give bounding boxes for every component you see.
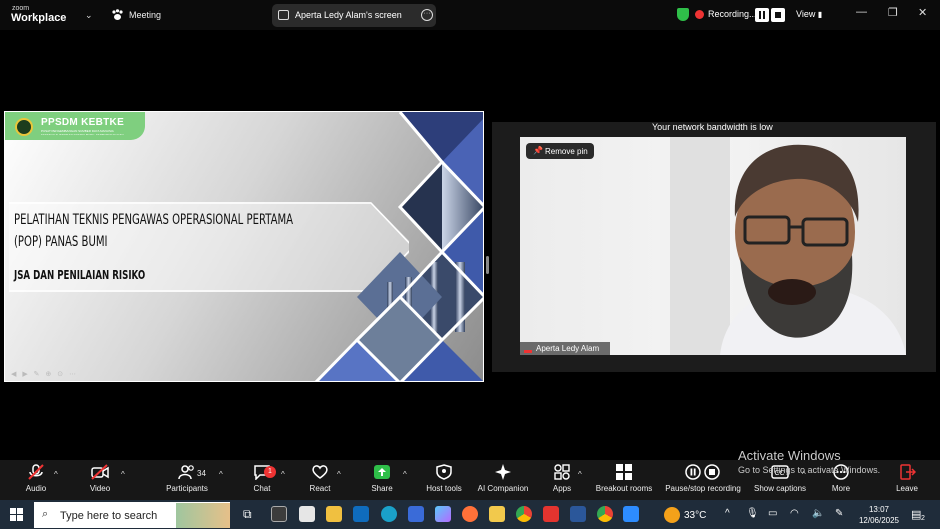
app-icon-1[interactable] <box>271 506 287 522</box>
pen-icon[interactable]: ✎ <box>835 508 843 519</box>
app-icon-11[interactable] <box>543 506 559 522</box>
audio-button[interactable]: Audio <box>20 464 52 498</box>
participant-name: Aperta Ledy Alam <box>536 344 600 353</box>
recording-dot-icon <box>695 10 704 19</box>
host-tools-button[interactable]: Host tools <box>422 464 466 498</box>
share-button[interactable]: Share <box>366 464 398 498</box>
org-title: PPSDM KEBTKE <box>41 117 125 128</box>
leave-button[interactable]: Leave <box>894 464 920 498</box>
org-subtitle: PUSAT PENGEMBANGAN SUMBER DAYA MANUSIA K… <box>41 129 124 135</box>
notification-count: 2 <box>921 515 925 522</box>
copilot-icon[interactable] <box>435 506 451 522</box>
apps-options-caret[interactable]: ^ <box>578 470 582 479</box>
camera-off-icon <box>91 464 109 480</box>
shield-icon <box>436 464 452 480</box>
outlook-icon[interactable] <box>353 506 369 522</box>
firefox-icon[interactable] <box>462 506 478 522</box>
volume-icon[interactable]: 🔈 <box>812 508 824 519</box>
grid-icon <box>616 464 632 480</box>
breakout-rooms-button[interactable]: Breakout rooms <box>594 464 654 498</box>
app-logo-top: zoom <box>12 5 30 12</box>
notification-icon[interactable]: ▤ <box>911 508 921 521</box>
search-highlight-image <box>176 503 230 528</box>
participants-icon <box>178 465 194 480</box>
app-logo[interactable]: Workplace <box>11 12 66 24</box>
ai-companion-button[interactable]: AI Companion <box>474 464 532 498</box>
screen-share-label: Aperta Ledy Alam's screen <box>295 10 402 20</box>
chrome-icon-2[interactable] <box>597 506 613 522</box>
chat-badge: 1 <box>264 466 276 478</box>
leave-icon <box>900 464 916 480</box>
sparkle-icon <box>495 464 511 480</box>
weather-icon[interactable] <box>664 507 680 523</box>
org-logo-icon <box>15 118 33 136</box>
folder-icon[interactable] <box>489 506 505 522</box>
video-button[interactable]: Video <box>84 464 116 498</box>
activate-windows-watermark: Activate Windows Go to Settings to activ… <box>738 448 881 475</box>
camera-icon[interactable]: ▭ <box>768 508 777 519</box>
word-icon[interactable] <box>570 506 586 522</box>
participants-options-caret[interactable]: ^ <box>219 470 223 479</box>
share-screen-icon <box>374 465 390 479</box>
store-icon[interactable] <box>299 506 315 522</box>
audio-options-caret[interactable]: ^ <box>54 470 58 479</box>
edge-icon[interactable] <box>381 506 397 522</box>
file-explorer-icon[interactable] <box>326 506 342 522</box>
stop-recording-button[interactable] <box>771 8 785 22</box>
weather-temperature[interactable]: 33°C <box>684 510 706 521</box>
shared-screen[interactable]: PPSDM KEBTKE PUSAT PENGEMBANGAN SUMBER D… <box>4 111 484 382</box>
app-icon-6[interactable] <box>408 506 424 522</box>
search-icon: ⌕ <box>42 508 49 520</box>
wifi-icon[interactable]: ◠ <box>790 508 799 519</box>
mic-muted-icon <box>28 464 44 480</box>
close-button[interactable]: ✕ <box>918 6 927 19</box>
slide-controls[interactable]: ◀ ▶ ✎ ⊕ ⊙ ⋯ <box>11 370 78 378</box>
view-menu[interactable]: View ▮ <box>796 9 822 19</box>
participant-image <box>670 137 906 355</box>
pause-recording-button[interactable] <box>755 8 769 22</box>
decorative-diamond-panels <box>314 112 483 381</box>
screen-share-icon <box>278 10 289 20</box>
network-warning: Your network bandwidth is low <box>652 122 773 132</box>
microphone-icon[interactable]: 🎙 <box>746 508 759 519</box>
meeting-menu[interactable]: Meeting <box>129 10 161 20</box>
shield-icon[interactable] <box>677 8 689 21</box>
taskbar-clock[interactable]: 13:07 12/06/2025 <box>857 504 901 526</box>
heart-icon <box>312 465 328 479</box>
minimize-button[interactable]: — <box>856 6 867 18</box>
pause-stop-icon <box>685 464 720 480</box>
show-hidden-icons-icon[interactable]: ^ <box>725 508 730 519</box>
slide-subtitle: JSA DAN PENILAIAN RISIKO <box>14 268 146 282</box>
react-options-caret[interactable]: ^ <box>337 470 341 479</box>
share-options-caret[interactable]: ^ <box>403 470 407 479</box>
resize-handle[interactable] <box>486 256 489 274</box>
recording-label: Recording... <box>708 9 757 19</box>
chevron-down-icon[interactable]: ⌄ <box>85 10 93 21</box>
task-view-icon[interactable]: ⧉ <box>243 507 252 522</box>
maximize-button[interactable]: ❐ <box>888 6 898 19</box>
participants-count: 34 <box>197 469 206 478</box>
paw-icon <box>112 9 123 20</box>
video-options-caret[interactable]: ^ <box>121 470 125 479</box>
pin-icon: 📌 <box>533 146 543 155</box>
participant-video[interactable] <box>520 137 906 355</box>
zoom-taskbar-icon[interactable] <box>623 506 639 522</box>
remove-pin-label: Remove pin <box>545 147 588 156</box>
more-options-icon[interactable]: ··· <box>421 9 433 21</box>
pause-stop-recording-button[interactable]: Pause/stop recording <box>662 464 744 498</box>
signal-bars-icon <box>524 345 532 353</box>
taskbar-search-placeholder: Type here to search <box>60 510 158 522</box>
react-button[interactable]: React <box>306 464 334 498</box>
chrome-icon[interactable] <box>516 506 532 522</box>
apps-button[interactable]: Apps <box>550 464 574 498</box>
chat-options-caret[interactable]: ^ <box>281 470 285 479</box>
apps-icon <box>554 464 570 480</box>
windows-start-icon[interactable] <box>10 508 23 521</box>
